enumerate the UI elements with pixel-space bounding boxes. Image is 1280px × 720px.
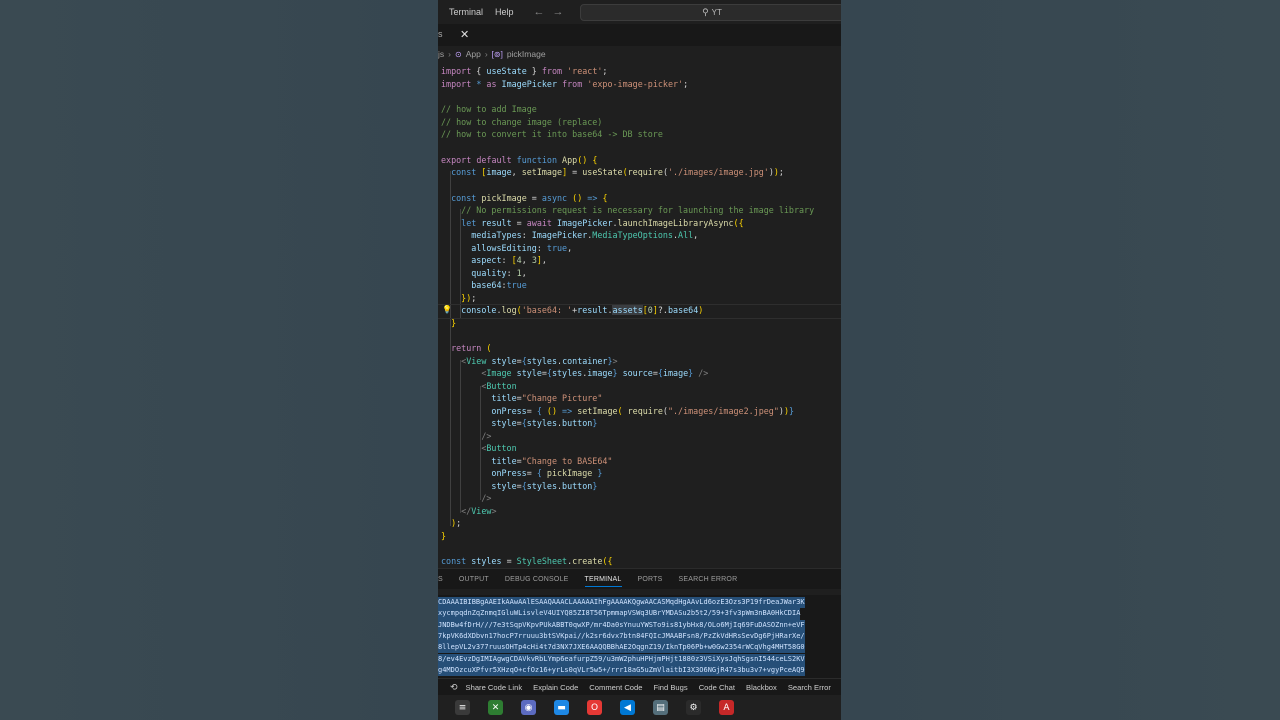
- code-line: console.log('base64: '+result.assets[0]?…: [461, 305, 704, 315]
- code-line: style={styles.button}: [491, 480, 598, 491]
- sync-icon[interactable]: ⟲: [450, 682, 458, 693]
- code-line: <Image style={styles.image} source={imag…: [481, 368, 709, 378]
- command-center-text: YT: [711, 8, 722, 17]
- tab-terminal[interactable]: TERMINAL: [584, 576, 622, 587]
- explain-code-button[interactable]: Explain Code: [533, 683, 578, 692]
- editor-tab-bar: s ✕: [438, 24, 841, 47]
- blackbox-button[interactable]: Blackbox: [746, 683, 777, 692]
- terminal-line: 8llepVL2v377ruusOHTp4cHi4t7d3NX7JXE6AAQQ…: [438, 642, 805, 654]
- code-line: // how to change image (replace): [441, 116, 603, 127]
- tab-problems[interactable]: S: [438, 576, 443, 583]
- code-line: aspect: [4, 3],: [471, 255, 547, 265]
- code-line: onPress= { () => setImage( require("./im…: [491, 405, 795, 416]
- code-line: onPress= { pickImage }: [491, 468, 603, 478]
- code-line: />: [481, 493, 492, 503]
- terminal-line: JNDBw4fDrH///7e3tSqpVKpvPUkABBT0qwXP/mr4…: [438, 619, 805, 631]
- code-line: }: [451, 317, 457, 328]
- find-bugs-button[interactable]: Find Bugs: [653, 683, 687, 692]
- code-line: });: [461, 292, 477, 303]
- code-line: quality: 1,: [471, 267, 527, 278]
- code-line: }: [441, 530, 447, 541]
- code-line: title="Change to BASE64": [491, 455, 613, 466]
- code-line: <Button: [481, 380, 517, 391]
- terminal-line: 7kpVK6dXDbvn17hocP7rruuu3btSVKpai//k2sr6…: [438, 630, 805, 643]
- taskbar: ≡ ✕ ◉ ▬ O ◀ ▤ ⚙ A: [438, 695, 841, 720]
- code-editor[interactable]: 💡 import { useState } from 'react'; impo…: [438, 62, 841, 568]
- close-icon[interactable]: ✕: [460, 28, 469, 41]
- opera-icon[interactable]: O: [587, 700, 602, 715]
- code-line: base64:true: [471, 280, 527, 290]
- breadcrumb-symbol[interactable]: pickImage: [507, 49, 546, 59]
- terminal-line: g4MDOzcuXPfvr5XHzqO+cfOz16+yrLs0qVLr5w5+…: [438, 664, 805, 677]
- breadcrumb-component[interactable]: App: [466, 49, 481, 59]
- xbox-icon[interactable]: ✕: [488, 700, 503, 715]
- code-line: mediaTypes: ImagePicker.MediaTypeOptions…: [471, 230, 699, 240]
- code-line: // how to add Image: [441, 104, 537, 114]
- code-line: const pickImage = async () => {: [451, 192, 608, 203]
- editor-tab-label[interactable]: s: [438, 29, 443, 39]
- browser-icon[interactable]: ◉: [521, 700, 536, 715]
- terminal-line: 8/ev4EvzDgIMIAgwgCDAVkvRbLYmp6eafurpZ59/…: [438, 653, 805, 665]
- function-icon: ⊙: [454, 49, 462, 59]
- terminal-icon[interactable]: ▤: [653, 700, 668, 715]
- code-chat-button[interactable]: Code Chat: [699, 683, 735, 692]
- settings-icon[interactable]: ⚙: [686, 700, 701, 715]
- app-switcher-icon[interactable]: ≡: [455, 700, 470, 715]
- tab-search-error[interactable]: SEARCH ERROR: [679, 576, 738, 583]
- code-line: </View>: [461, 505, 497, 516]
- title-bar: Terminal Help ← → ⚲ YT: [438, 0, 841, 24]
- comment-code-button[interactable]: Comment Code: [589, 683, 642, 692]
- breadcrumb-file[interactable]: js: [438, 49, 444, 59]
- arrow-left-icon[interactable]: ←: [534, 6, 545, 18]
- terminal-line: xycmpqdnZqZnmqIGluWLisvleV4UIYQ85ZI8T56T…: [438, 608, 801, 620]
- tab-debug-console[interactable]: DEBUG CONSOLE: [505, 576, 569, 583]
- code-line: export default function App() {: [441, 154, 598, 165]
- variable-icon: [⊚]: [491, 49, 503, 59]
- code-line: const styles = StyleSheet.create({: [441, 556, 613, 566]
- tab-output[interactable]: OUTPUT: [459, 576, 489, 583]
- code-line: import * as ImagePicker from 'expo-image…: [441, 78, 689, 89]
- code-line: );: [451, 518, 462, 528]
- vscode-icon[interactable]: ◀: [620, 700, 635, 715]
- code-line: return (: [451, 343, 492, 353]
- code-line: <View style={styles.container}>: [461, 355, 618, 366]
- arrow-right-icon[interactable]: →: [553, 6, 564, 18]
- code-line: allowsEditing: true,: [471, 242, 573, 253]
- code-line: import { useState } from 'react';: [441, 66, 608, 76]
- panel-tab-bar: S OUTPUT DEBUG CONSOLE TERMINAL PORTS SE…: [438, 568, 841, 589]
- search-error-button[interactable]: Search Error: [788, 683, 831, 692]
- menu-terminal[interactable]: Terminal: [438, 7, 489, 17]
- chevron-right-icon: ›: [484, 49, 488, 59]
- code-line: />: [481, 430, 492, 441]
- share-code-link-button[interactable]: Share Code Link: [466, 683, 523, 692]
- tab-ports[interactable]: PORTS: [638, 576, 663, 583]
- code-line: const [image, setImage] = useState(requi…: [451, 167, 784, 177]
- code-line: // No permissions request is necessary f…: [441, 205, 815, 215]
- code-line: title="Change Picture": [491, 393, 603, 403]
- search-icon: ⚲: [702, 7, 709, 17]
- terminal-line: CDAAAIBIBBgAAEIkAAwAAlESAAQAAACLAAAAAIhF…: [438, 597, 805, 609]
- background-left: [0, 0, 438, 720]
- vscode-window: Terminal Help ← → ⚲ YT s ✕ js › ⊙ App › …: [438, 0, 841, 720]
- code-line: // how to convert it into base64 -> DB s…: [441, 129, 663, 139]
- file-explorer-icon[interactable]: ▬: [554, 700, 569, 715]
- breadcrumb: js › ⊙ App › [⊚] pickImage: [438, 46, 841, 62]
- chevron-right-icon: ›: [448, 49, 451, 59]
- terminal-output[interactable]: CDAAAIBIBBgAAEIkAAwAAlESAAQAAACLAAAAAIhF…: [438, 595, 841, 678]
- command-center-search[interactable]: ⚲ YT: [580, 4, 841, 21]
- code-line: style={styles.button}: [491, 418, 598, 428]
- code-line: let result = await ImagePicker.launchIma…: [461, 217, 744, 228]
- codegpt-action-bar: ⟲ Share Code Link Explain Code Comment C…: [438, 678, 841, 696]
- code-line: <Button: [481, 443, 517, 453]
- pdf-reader-icon[interactable]: A: [719, 700, 734, 715]
- background-right: [841, 0, 1280, 720]
- menu-help[interactable]: Help: [489, 7, 520, 17]
